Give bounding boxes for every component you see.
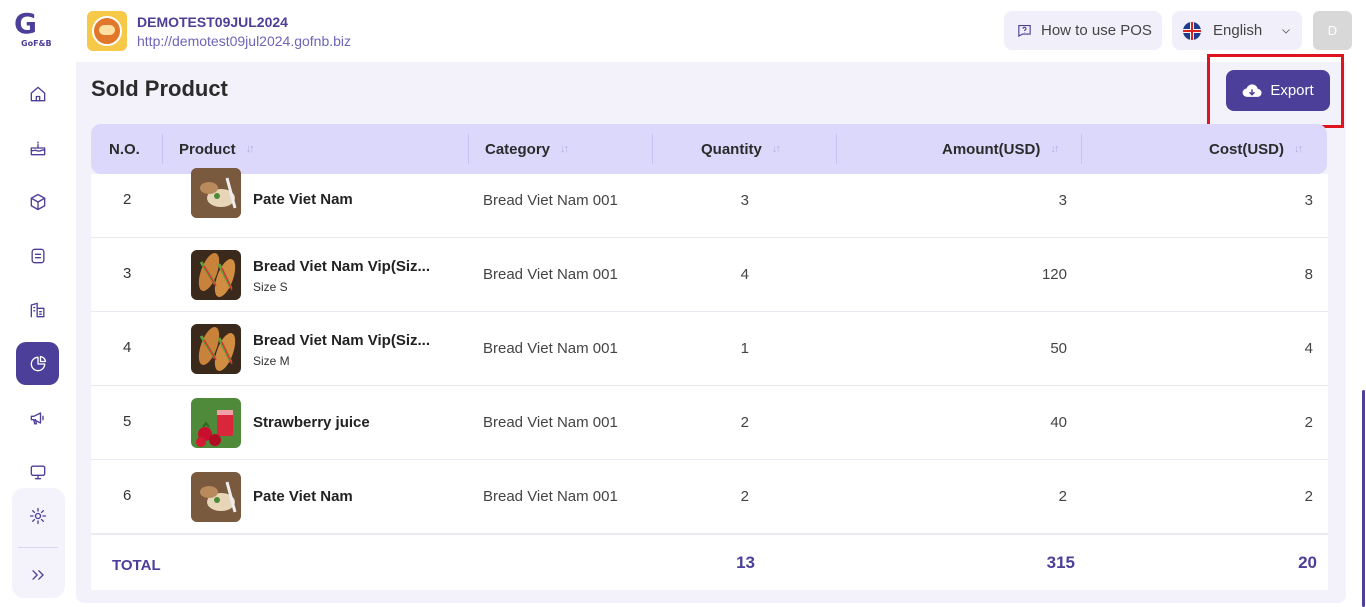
table-body: 2 Pate Viet Nam Bread Viet Nam 001 3 3 3… (91, 168, 1328, 534)
export-label: Export (1270, 82, 1314, 99)
row-number: 5 (123, 413, 132, 430)
sidebar-expand-button[interactable] (16, 553, 59, 596)
cloud-download-icon (1242, 83, 1262, 97)
cost-cell: 3 (1304, 192, 1313, 209)
product-name[interactable]: Pate Viet Nam (253, 191, 353, 208)
amount-cell: 120 (1041, 266, 1067, 283)
category-cell: Bread Viet Nam 001 (483, 266, 618, 283)
gear-icon (29, 507, 46, 524)
product-image (191, 168, 241, 218)
sidebar-item-product[interactable] (16, 180, 59, 223)
product-image (191, 250, 241, 300)
table-row[interactable]: 3 Bread Viet Nam Vip(Siz... Size S Bread… (91, 238, 1328, 312)
cost-cell: 4 (1304, 340, 1313, 357)
product-name[interactable]: Pate Viet Nam (253, 488, 353, 505)
category-cell: Bread Viet Nam 001 (483, 340, 618, 357)
quantity-cell: 4 (740, 266, 749, 283)
top-header: DEMOTEST09JUL2024 http://demotest09jul20… (76, 0, 1366, 62)
help-icon (1018, 24, 1031, 38)
product-name[interactable]: Bread Viet Nam Vip(Siz... (253, 332, 430, 349)
store-url[interactable]: http://demotest09jul2024.gofnb.biz (137, 33, 351, 49)
row-number: 4 (123, 339, 132, 356)
sidebar: G GoF&B (0, 0, 76, 607)
row-number: 6 (123, 487, 132, 504)
product-image (191, 324, 241, 374)
sort-icon[interactable]: ↓↑ (1294, 143, 1303, 155)
category-cell: Bread Viet Nam 001 (483, 488, 618, 505)
store-name: DEMOTEST09JUL2024 (137, 14, 288, 30)
quantity-cell: 1 (740, 340, 749, 357)
total-label: TOTAL (112, 557, 161, 574)
megaphone-icon (30, 411, 44, 424)
quantity-cell: 2 (740, 488, 749, 505)
table-row[interactable]: 4 Bread Viet Nam Vip(Siz... Size M Bread… (91, 312, 1328, 386)
sidebar-item-branch[interactable] (16, 288, 59, 331)
sidebar-item-home[interactable] (16, 72, 59, 115)
page-title: Sold Product (91, 76, 228, 101)
amount-cell: 2 (1058, 488, 1067, 505)
row-number: 2 (123, 191, 132, 208)
pie-chart-icon (30, 355, 46, 371)
total-quantity: 13 (736, 553, 755, 572)
product-image (191, 398, 241, 448)
document-icon (31, 248, 44, 263)
how-to-use-pos-label: How to use POS (1041, 22, 1152, 39)
sort-icon[interactable]: ↓↑ (246, 143, 255, 155)
row-number: 3 (123, 265, 132, 282)
logo-label: GoF&B (21, 39, 52, 48)
category-cell: Bread Viet Nam 001 (483, 192, 618, 209)
sort-icon[interactable]: ↓↑ (1050, 143, 1059, 155)
table-row[interactable]: 2 Pate Viet Nam Bread Viet Nam 001 3 3 3 (91, 164, 1328, 238)
quantity-cell: 2 (740, 414, 749, 431)
sidebar-item-orders[interactable] (16, 234, 59, 277)
amount-cell: 40 (1050, 414, 1067, 431)
chevrons-right-icon (31, 569, 44, 580)
logo-mark: G (14, 7, 37, 40)
page-scrollbar[interactable] (1362, 390, 1365, 607)
store-logo[interactable] (87, 11, 127, 51)
product-image (191, 472, 241, 522)
language-selector[interactable]: English (1172, 11, 1302, 50)
total-amount: 315 (1046, 553, 1075, 572)
product-name[interactable]: Bread Viet Nam Vip(Siz... (253, 258, 430, 275)
uk-flag-icon (1183, 21, 1201, 40)
main-content: Sold Product Export N.O. Product ↓↑ Categ… (76, 54, 1346, 603)
amount-cell: 3 (1058, 192, 1067, 209)
sidebar-item-settings[interactable] (16, 494, 59, 537)
language-label: English (1213, 22, 1263, 39)
export-button[interactable]: Export (1226, 70, 1330, 111)
box-icon (30, 193, 45, 210)
gofnb-logo[interactable]: G GoF&B (14, 10, 60, 54)
sidebar-item-pos[interactable] (16, 450, 59, 493)
product-size: Size S (253, 280, 288, 294)
table-row[interactable]: 6 Pate Viet Nam Bread Viet Nam 001 2 2 2 (91, 460, 1328, 534)
sidebar-divider (18, 547, 58, 548)
how-to-use-pos-button[interactable]: How to use POS (1004, 11, 1162, 50)
monitor-icon (30, 465, 45, 479)
table-total-row: TOTAL 13 315 20 (91, 534, 1328, 590)
home-icon (30, 86, 45, 101)
cost-cell: 2 (1304, 488, 1313, 505)
sidebar-item-store[interactable] (16, 126, 59, 169)
building-icon (30, 302, 44, 317)
sidebar-item-marketing[interactable] (16, 396, 59, 439)
sidebar-item-report[interactable] (16, 342, 59, 385)
avatar[interactable]: D (1313, 11, 1352, 50)
product-size: Size M (253, 354, 290, 368)
cost-cell: 2 (1304, 414, 1313, 431)
amount-cell: 50 (1050, 340, 1067, 357)
quantity-cell: 3 (740, 192, 749, 209)
cost-cell: 8 (1304, 266, 1313, 283)
chevron-down-icon (1282, 28, 1290, 34)
total-cost: 20 (1298, 553, 1317, 572)
category-cell: Bread Viet Nam 001 (483, 414, 618, 431)
cake-icon (30, 141, 45, 155)
sort-icon[interactable]: ↓↑ (560, 143, 569, 155)
table-row[interactable]: 5 Strawberry juice Bread Viet Nam 001 2 … (91, 386, 1328, 460)
sort-icon[interactable]: ↓↑ (772, 143, 781, 155)
product-name[interactable]: Strawberry juice (253, 414, 370, 431)
